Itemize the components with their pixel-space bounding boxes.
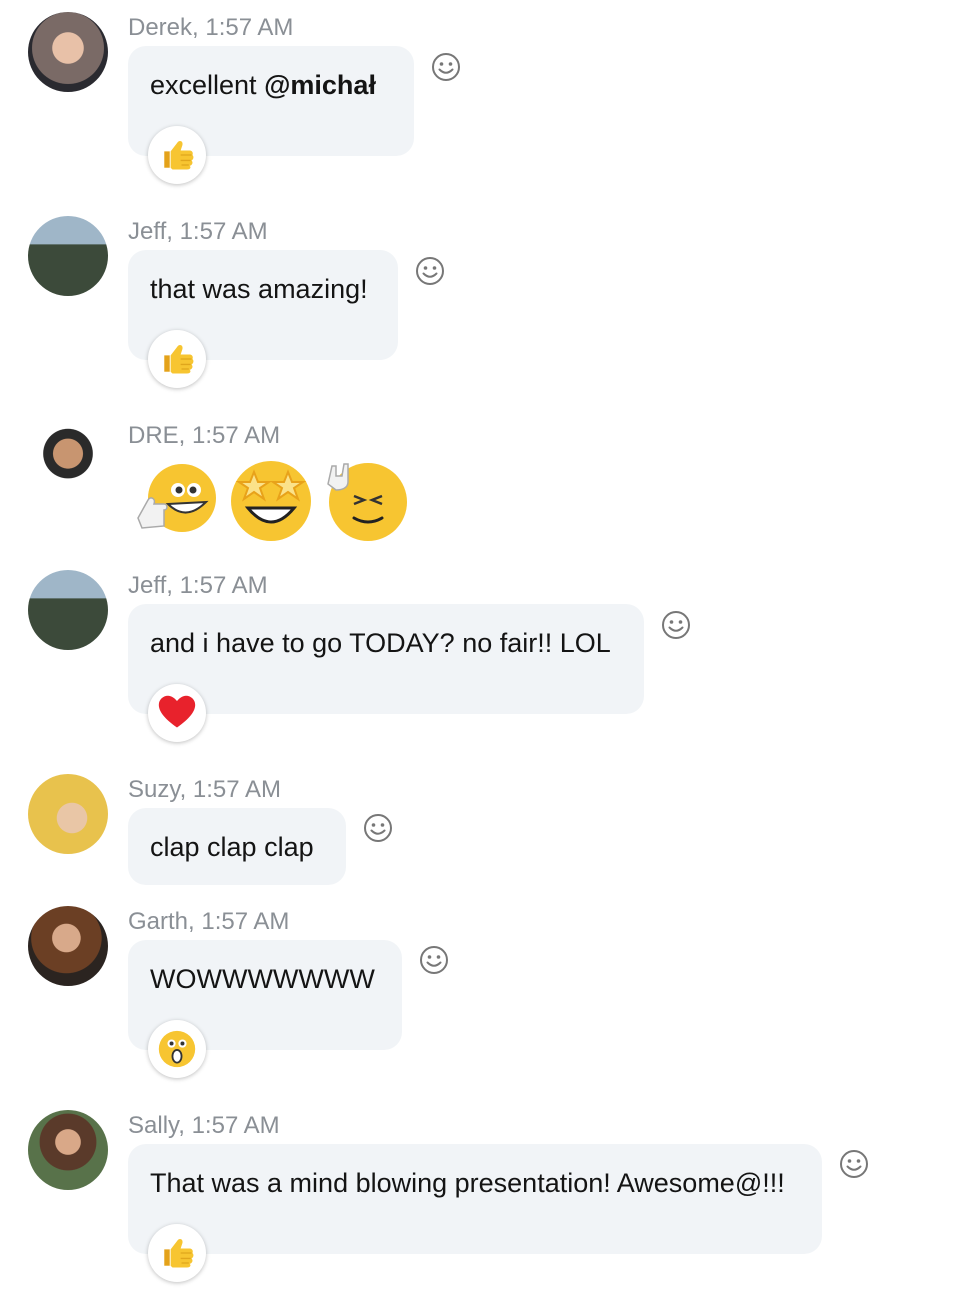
message-bubble[interactable]: That was a mind blowing presentation! Aw… (128, 1144, 822, 1254)
message-meta: Sally, 1:57 AM (128, 1112, 280, 1139)
add-reaction-icon[interactable] (362, 812, 394, 844)
star-struck-emoji (231, 461, 311, 541)
message-meta: Derek, 1:57 AM (128, 14, 294, 41)
message-text: That was a mind blowing presentation! Aw… (150, 1168, 785, 1198)
message-text: and i have to go TODAY? no fair!! LOL (150, 628, 611, 658)
message-meta: Jeff, 1:57 AM (128, 572, 268, 599)
thumbs-up-icon[interactable] (148, 126, 206, 184)
add-reaction-icon[interactable] (660, 609, 692, 641)
heart-icon[interactable] (148, 684, 206, 742)
surprised-face-icon[interactable] (148, 1020, 206, 1078)
add-reaction-icon[interactable] (838, 1148, 870, 1180)
thumbs-up-icon[interactable] (148, 330, 206, 388)
avatar-jeff[interactable] (28, 216, 108, 296)
message-text: that was amazing! (150, 274, 368, 304)
avatar-sally[interactable] (28, 1110, 108, 1190)
avatar-garth[interactable] (28, 906, 108, 986)
message-bubble[interactable]: and i have to go TODAY? no fair!! LOL (128, 604, 644, 714)
add-reaction-icon[interactable] (430, 51, 462, 83)
avatar-dre[interactable] (28, 420, 108, 500)
thumb-grin-emoji (137, 464, 216, 532)
avatar-suzy[interactable] (28, 774, 108, 854)
message-text: clap clap clap (150, 832, 314, 862)
message-meta: Suzy, 1:57 AM (128, 776, 281, 803)
avatar-derek[interactable] (28, 12, 108, 92)
message-meta: Garth, 1:57 AM (128, 908, 290, 935)
message-meta: Jeff, 1:57 AM (128, 218, 268, 245)
rock-on-emoji (327, 463, 407, 541)
thumbs-up-icon[interactable] (148, 1224, 206, 1282)
message-text: excellent @michał (150, 70, 376, 100)
avatar-jeff[interactable] (28, 570, 108, 650)
add-reaction-icon[interactable] (418, 944, 450, 976)
message-text: WOWWWWWWW (150, 964, 375, 994)
mention[interactable]: @michał (264, 70, 376, 100)
add-reaction-icon[interactable] (414, 255, 446, 287)
message-bubble[interactable]: clap clap clap (128, 808, 346, 885)
message-meta: DRE, 1:57 AM (128, 422, 281, 449)
